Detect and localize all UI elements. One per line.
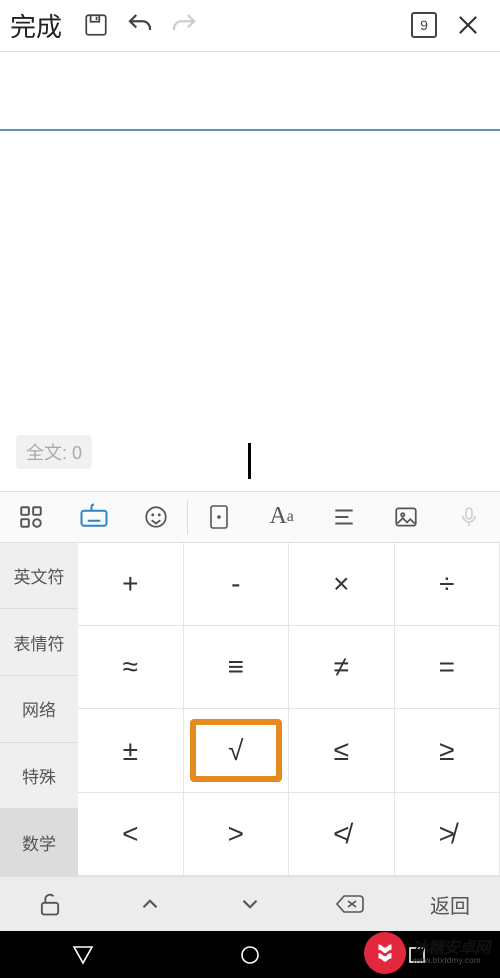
prev-page-icon[interactable] bbox=[100, 891, 200, 917]
watermark-url: www.btxtdmy.com bbox=[412, 957, 490, 965]
return-button[interactable]: 返回 bbox=[400, 890, 500, 919]
key-multiply[interactable]: × bbox=[289, 543, 395, 626]
font-icon[interactable]: Aa bbox=[251, 503, 313, 530]
page-count-button[interactable]: 9 bbox=[402, 3, 446, 47]
tab-emoji-symbols[interactable]: 表情符 bbox=[0, 609, 78, 676]
key-identical[interactable]: ≡ bbox=[184, 626, 290, 709]
key-lte[interactable]: ≤ bbox=[289, 709, 395, 792]
tab-network[interactable]: 网络 bbox=[0, 676, 78, 743]
unlock-icon[interactable] bbox=[0, 890, 100, 918]
nav-back-icon[interactable] bbox=[53, 935, 113, 975]
fullscreen-icon[interactable] bbox=[188, 503, 250, 531]
keyboard-bottom-row: 返回 bbox=[0, 876, 500, 931]
align-icon[interactable] bbox=[313, 504, 375, 530]
tab-english-symbols[interactable]: 英文符 bbox=[0, 543, 78, 610]
key-gte[interactable]: ≥ bbox=[395, 709, 500, 792]
text-caret bbox=[248, 443, 251, 479]
editor-area[interactable]: 全文: 0 bbox=[0, 131, 500, 491]
watermark-logo-icon bbox=[364, 932, 406, 974]
key-not-gt[interactable]: ≯ bbox=[395, 793, 500, 876]
key-divide[interactable]: ÷ bbox=[395, 543, 500, 626]
save-icon[interactable] bbox=[74, 3, 118, 47]
key-not-lt[interactable]: ≮ bbox=[289, 793, 395, 876]
tab-math[interactable]: 数学 bbox=[0, 809, 78, 876]
symbol-keyboard: 英文符 表情符 网络 特殊 数学 + - × ÷ ≈ ≡ ≠ = ± √ ≤ ≥… bbox=[0, 543, 500, 877]
symbol-category-tabs: 英文符 表情符 网络 特殊 数学 bbox=[0, 543, 78, 877]
key-minus[interactable]: - bbox=[184, 543, 290, 626]
done-button[interactable]: 完成 bbox=[10, 7, 62, 44]
key-gt[interactable]: > bbox=[184, 793, 290, 876]
word-count-badge: 全文: 0 bbox=[16, 435, 92, 469]
next-page-icon[interactable] bbox=[200, 891, 300, 917]
close-button[interactable] bbox=[446, 3, 490, 47]
keyboard-toolbar: Aa bbox=[0, 491, 500, 543]
undo-icon[interactable] bbox=[118, 3, 162, 47]
tab-special[interactable]: 特殊 bbox=[0, 743, 78, 810]
title-input[interactable] bbox=[0, 52, 500, 131]
backspace-icon[interactable] bbox=[300, 891, 400, 917]
page-count-badge: 9 bbox=[411, 12, 437, 38]
nav-home-icon[interactable] bbox=[220, 935, 280, 975]
key-equal[interactable]: = bbox=[395, 626, 500, 709]
topbar: 完成 9 bbox=[0, 0, 500, 52]
key-sqrt[interactable]: √ bbox=[184, 709, 290, 792]
key-approx[interactable]: ≈ bbox=[78, 626, 184, 709]
key-plus-minus[interactable]: ± bbox=[78, 709, 184, 792]
keyboard-icon[interactable] bbox=[62, 502, 124, 532]
key-lt[interactable]: < bbox=[78, 793, 184, 876]
symbol-grid: + - × ÷ ≈ ≡ ≠ = ± √ ≤ ≥ < > ≮ ≯ bbox=[78, 543, 500, 877]
watermark: 冰糖安卓网 www.btxtdmy.com bbox=[358, 928, 496, 978]
mic-icon[interactable] bbox=[438, 505, 500, 529]
image-icon[interactable] bbox=[375, 504, 437, 530]
emoji-icon[interactable] bbox=[125, 504, 187, 530]
key-not-equal[interactable]: ≠ bbox=[289, 626, 395, 709]
key-plus[interactable]: + bbox=[78, 543, 184, 626]
redo-icon bbox=[162, 3, 206, 47]
apps-icon[interactable] bbox=[0, 504, 62, 530]
watermark-brand: 冰糖安卓网 bbox=[412, 941, 490, 957]
